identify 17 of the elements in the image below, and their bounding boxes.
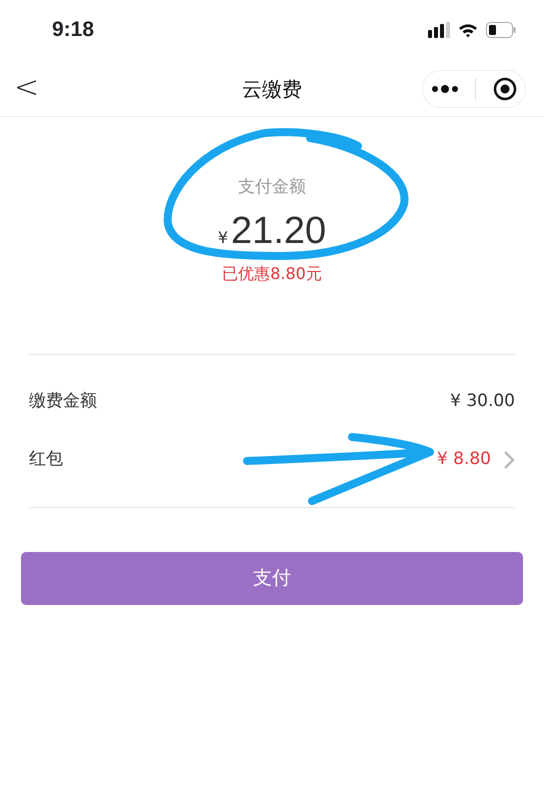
amount-label: 支付金额 — [238, 176, 306, 199]
battery-icon — [486, 22, 516, 38]
currency-sign: ¥ — [218, 226, 228, 248]
row-label: 红包 — [29, 448, 63, 472]
discount-text: 已优惠8.80元 — [222, 263, 322, 286]
status-time: 9:18 — [52, 17, 94, 44]
row-value: ¥ 30.00 — [450, 390, 515, 414]
row-label: 缴费金额 — [29, 390, 97, 414]
wifi-icon — [458, 22, 478, 38]
page-title: 云缴费 — [242, 76, 302, 103]
row-value: ¥ 8.80 — [436, 448, 491, 472]
pay-amount: 21.20 — [231, 208, 326, 254]
more-icon[interactable] — [431, 85, 460, 93]
close-icon[interactable] — [492, 77, 517, 101]
back-button[interactable]: < — [0, 73, 40, 103]
pay-button[interactable]: 支付 — [21, 552, 523, 605]
signal-icon — [428, 22, 450, 38]
